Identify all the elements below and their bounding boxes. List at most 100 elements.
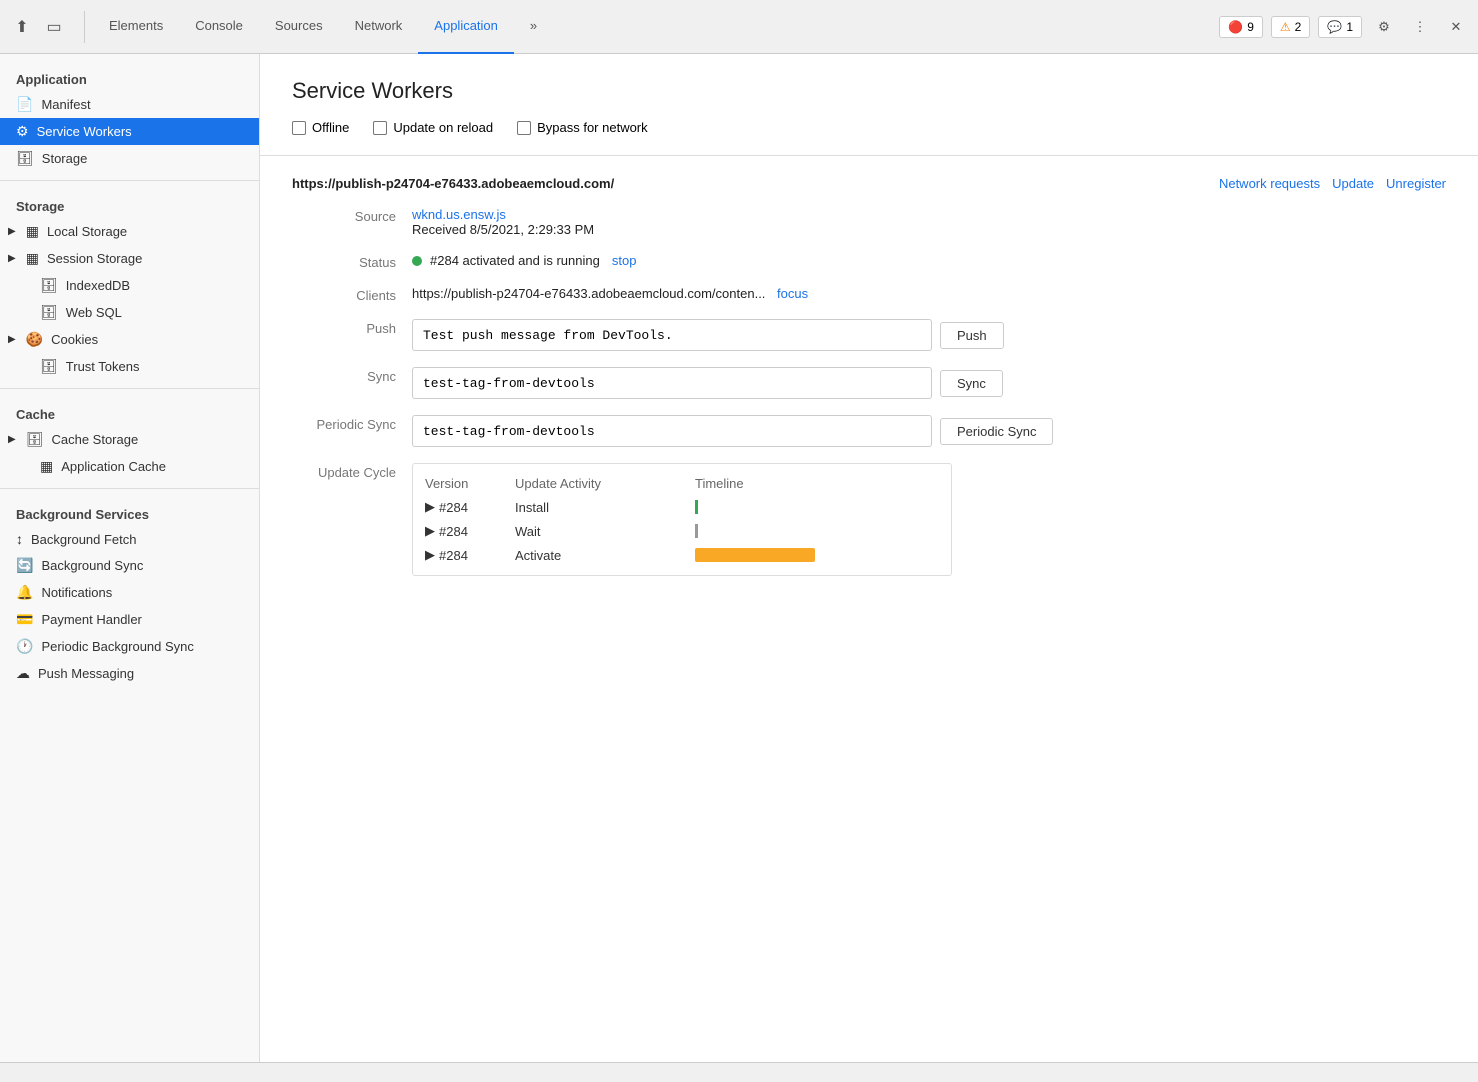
sidebar-item-app-cache[interactable]: ▦ Application Cache (0, 453, 259, 480)
sidebar-item-storage-main[interactable]: 🗄 Storage (0, 145, 259, 172)
source-link[interactable]: wknd.us.ensw.js (412, 207, 506, 222)
sync-row: Sync Sync (292, 367, 1446, 399)
update-on-reload-checkbox-box[interactable] (373, 121, 387, 135)
bypass-for-network-checkbox-box[interactable] (517, 121, 531, 135)
timeline-bar-gray (695, 524, 698, 538)
periodic-sync-input[interactable] (412, 415, 932, 447)
timeline-bar-orange (695, 548, 815, 562)
stop-link[interactable]: stop (612, 253, 637, 268)
update-cycle-row: Update Cycle Version Update Activity Tim… (292, 463, 1446, 576)
sidebar-item-indexeddb-label: IndexedDB (66, 278, 130, 293)
sidebar-item-session-storage-label: Session Storage (47, 251, 142, 266)
cycle-version-install[interactable]: ▶ #284 (425, 499, 515, 515)
unregister-link[interactable]: Unregister (1386, 176, 1446, 191)
cycle-version-activate[interactable]: ▶ #284 (425, 547, 515, 563)
update-on-reload-checkbox[interactable]: Update on reload (373, 120, 493, 135)
bypass-for-network-checkbox[interactable]: Bypass for network (517, 120, 648, 135)
tab-application[interactable]: Application (418, 0, 514, 54)
status-label: Status (292, 253, 412, 270)
cycle-row-activate: ▶ #284 Activate (425, 547, 939, 563)
nav-tabs: Elements Console Sources Network Applica… (93, 0, 553, 54)
cycle-version-wait[interactable]: ▶ #284 (425, 523, 515, 539)
error-badge[interactable]: 🔴 9 (1219, 16, 1263, 38)
payment-handler-icon: 💳 (16, 611, 33, 628)
sidebar-item-payment-handler-label: Payment Handler (41, 612, 141, 627)
update-link[interactable]: Update (1332, 176, 1374, 191)
clients-url: https://publish-p24704-e76433.adobeaemcl… (412, 286, 765, 301)
sidebar-item-web-sql[interactable]: 🗄 Web SQL (0, 299, 259, 326)
app-cache-icon: ▦ (40, 458, 53, 475)
sidebar: Application 📄 Manifest ⚙ Service Workers… (0, 54, 260, 1062)
sidebar-divider-1 (0, 180, 259, 181)
sidebar-item-cookies[interactable]: ▶ 🍪 Cookies (0, 326, 259, 353)
status-bar (0, 1062, 1478, 1082)
push-input[interactable] (412, 319, 932, 351)
sidebar-storage-title: Storage (0, 189, 259, 218)
sidebar-item-local-storage[interactable]: ▶ ▦ Local Storage (0, 218, 259, 245)
offline-checkbox-box[interactable] (292, 121, 306, 135)
sidebar-item-local-storage-label: Local Storage (47, 224, 127, 239)
trust-tokens-icon: 🗄 (40, 358, 58, 375)
cycle-header-activity: Update Activity (515, 476, 695, 491)
periodic-sync-button[interactable]: Periodic Sync (940, 418, 1053, 445)
manifest-icon: 📄 (16, 96, 33, 113)
sw-url: https://publish-p24704-e76433.adobeaemcl… (292, 176, 614, 191)
tab-console[interactable]: Console (179, 0, 259, 54)
sidebar-item-notifications[interactable]: 🔔 Notifications (0, 579, 259, 606)
tab-more[interactable]: » (514, 0, 553, 54)
offline-checkbox[interactable]: Offline (292, 120, 349, 135)
sidebar-item-cache-storage-label: Cache Storage (51, 432, 138, 447)
clients-row: Clients https://publish-p24704-e76433.ad… (292, 286, 1446, 303)
update-cycle-table: Version Update Activity Timeline ▶ #284 … (412, 463, 952, 576)
focus-link[interactable]: focus (777, 286, 808, 301)
cursor-icon[interactable]: ⬆ (8, 13, 36, 41)
close-button[interactable]: ✕ (1442, 13, 1470, 41)
push-button[interactable]: Push (940, 322, 1004, 349)
sidebar-item-bg-fetch-label: Background Fetch (31, 532, 137, 547)
service-workers-icon: ⚙ (16, 123, 29, 140)
sidebar-item-indexeddb[interactable]: 🗄 IndexedDB (0, 272, 259, 299)
sidebar-item-cache-storage[interactable]: ▶ 🗄 Cache Storage (0, 426, 259, 453)
more-options-button[interactable]: ⋮ (1406, 13, 1434, 41)
message-badge[interactable]: 💬 1 (1318, 16, 1362, 38)
sidebar-item-bg-sync[interactable]: 🔄 Background Sync (0, 552, 259, 579)
storage-main-icon: 🗄 (16, 150, 34, 167)
sync-input[interactable] (412, 367, 932, 399)
sidebar-item-trust-tokens[interactable]: 🗄 Trust Tokens (0, 353, 259, 380)
sidebar-item-web-sql-label: Web SQL (66, 305, 122, 320)
tab-elements[interactable]: Elements (93, 0, 179, 54)
warning-count: 2 (1295, 20, 1302, 34)
sidebar-item-bg-fetch[interactable]: ↕ Background Fetch (0, 526, 259, 552)
bypass-for-network-label: Bypass for network (537, 120, 648, 135)
push-row: Push Push (292, 319, 1446, 351)
periodic-sync-row: Periodic Sync Periodic Sync (292, 415, 1446, 447)
tab-network[interactable]: Network (339, 0, 419, 54)
sidebar-item-session-storage[interactable]: ▶ ▦ Session Storage (0, 245, 259, 272)
arrow-icon: ▶ (8, 434, 16, 445)
status-text: #284 activated and is running (430, 253, 600, 268)
sidebar-item-payment-handler[interactable]: 💳 Payment Handler (0, 606, 259, 633)
arrow-icon: ▶ (8, 226, 16, 237)
cycle-activity-wait: Wait (515, 524, 695, 539)
sw-actions: Network requests Update Unregister (1219, 176, 1446, 191)
warning-badge[interactable]: ⚠ 2 (1271, 16, 1310, 38)
sidebar-item-push-messaging[interactable]: ☁ Push Messaging (0, 660, 259, 687)
sync-button[interactable]: Sync (940, 370, 1003, 397)
sidebar-item-service-workers[interactable]: ⚙ Service Workers (0, 118, 259, 145)
toolbar-right: 🔴 9 ⚠ 2 💬 1 ⚙ ⋮ ✕ (1219, 13, 1470, 41)
network-requests-link[interactable]: Network requests (1219, 176, 1320, 191)
sidebar-bg-title: Background Services (0, 497, 259, 526)
sidebar-item-cookies-label: Cookies (51, 332, 98, 347)
cycle-timeline-wait (695, 524, 939, 538)
tab-sources[interactable]: Sources (259, 0, 339, 54)
sidebar-item-manifest[interactable]: 📄 Manifest (0, 91, 259, 118)
device-icon[interactable]: ▭ (40, 13, 68, 41)
update-on-reload-label: Update on reload (393, 120, 493, 135)
sidebar-item-manifest-label: Manifest (41, 97, 90, 112)
error-count: 9 (1247, 20, 1254, 34)
message-count: 1 (1346, 20, 1353, 34)
push-input-row: Push (412, 319, 1446, 351)
settings-button[interactable]: ⚙ (1370, 13, 1398, 41)
sidebar-item-periodic-bg-sync[interactable]: 🕐 Periodic Background Sync (0, 633, 259, 660)
sidebar-cache-title: Cache (0, 397, 259, 426)
